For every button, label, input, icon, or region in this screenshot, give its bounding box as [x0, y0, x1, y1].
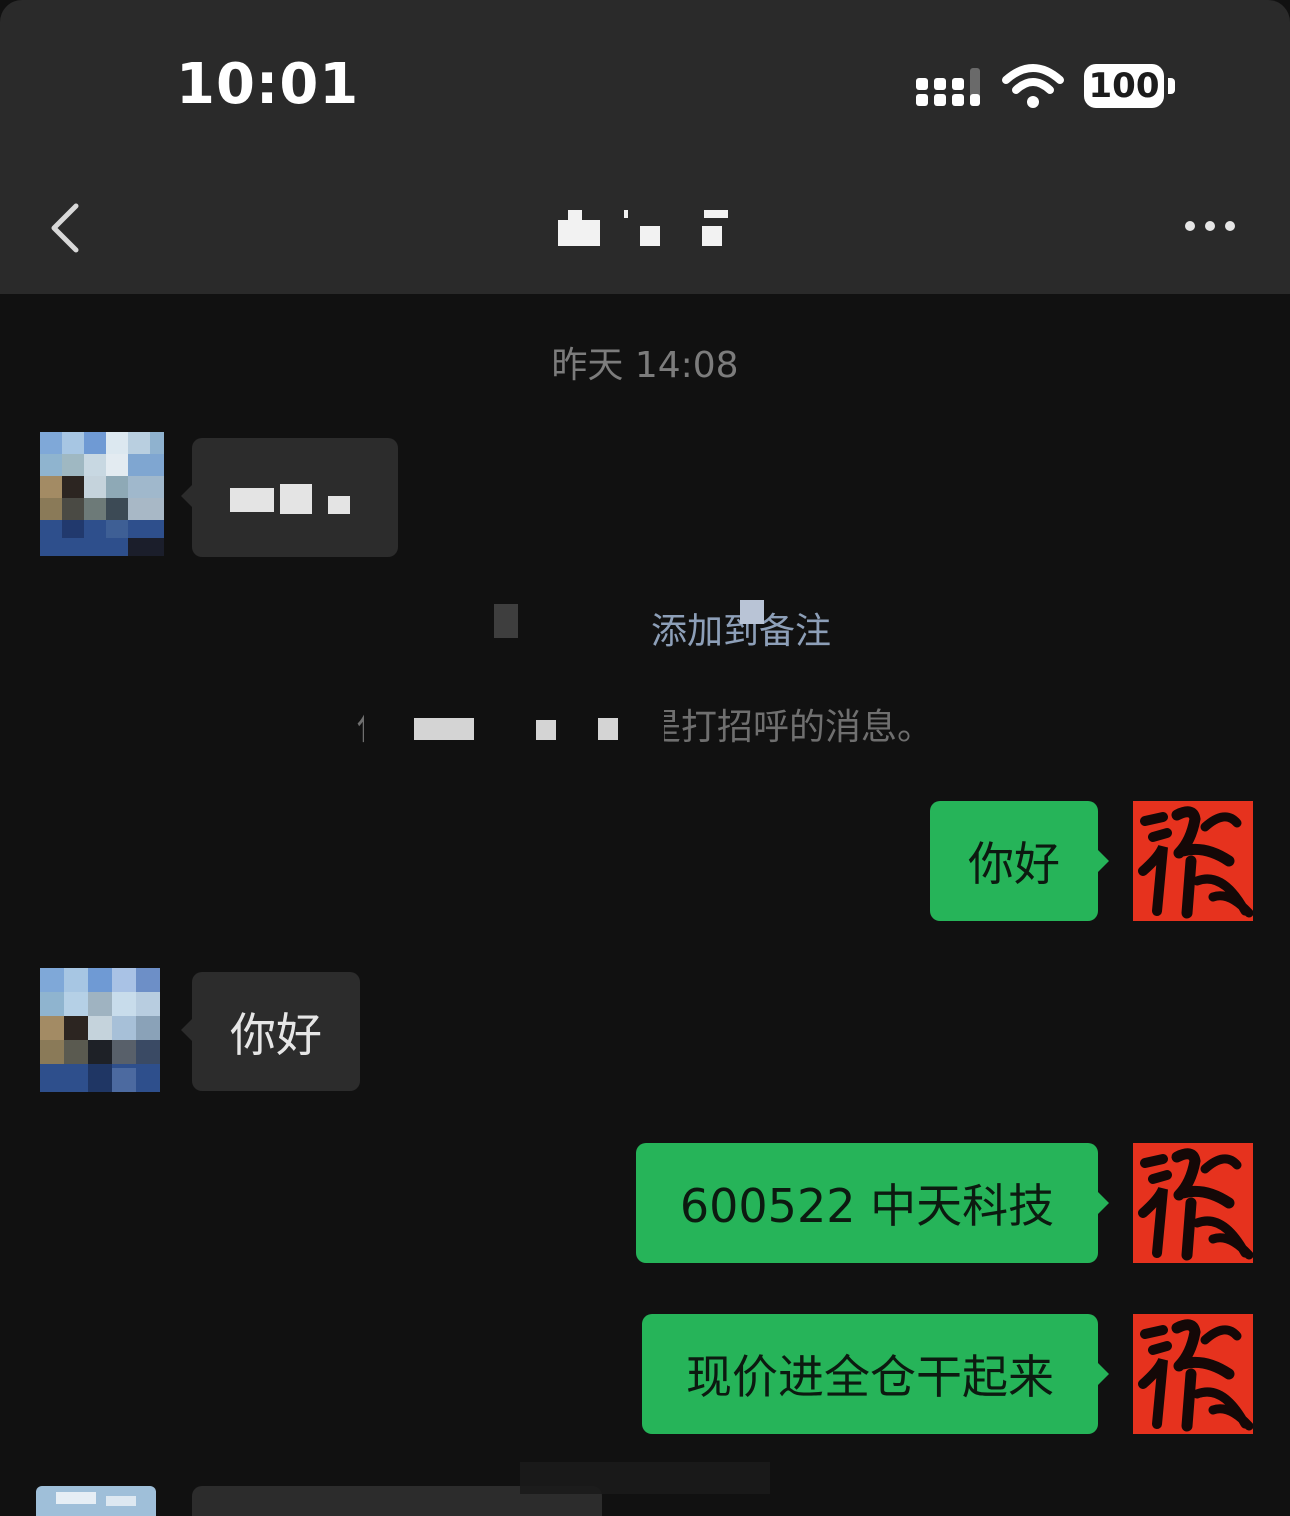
self-avatar[interactable] [1133, 1314, 1253, 1434]
self-avatar[interactable] [1133, 801, 1253, 921]
self-avatar[interactable] [1133, 1143, 1253, 1263]
title-redaction [640, 226, 660, 246]
calligraphy-logo-icon [1138, 1319, 1253, 1432]
text-redaction [328, 496, 350, 514]
message-bubble-incoming[interactable]: 云是 [192, 438, 398, 557]
title-redaction [704, 210, 728, 218]
chat-screen: 10:01 100 A Y [0, 0, 1290, 1516]
battery-indicator: 100 [1084, 64, 1164, 108]
bubble-tail [1098, 1192, 1109, 1214]
message-text: 现价进全仓干起来 [686, 1350, 1054, 1404]
redaction-block [536, 720, 556, 740]
calligraphy-logo-icon [1138, 1148, 1253, 1261]
calligraphy-logo-icon [1138, 806, 1253, 919]
message-bubble-outgoing[interactable]: 现价进全仓干起来 [642, 1314, 1098, 1434]
contact-avatar[interactable] [36, 968, 160, 1092]
bubble-tail [181, 485, 192, 507]
message-text: 600522 中天科技 [679, 1179, 1055, 1233]
system-message-link[interactable]: 添加到备注 [0, 602, 1290, 654]
wifi-icon [1002, 64, 1064, 108]
message-bubble-outgoing[interactable]: 你好 [930, 801, 1098, 921]
bubble-tail [181, 1019, 192, 1041]
redaction-mask [364, 696, 664, 744]
contact-avatar[interactable] [36, 1486, 156, 1516]
ellipsis-icon[interactable] [1182, 218, 1238, 234]
redaction-mask [470, 598, 620, 646]
message-bubble-outgoing[interactable]: 600522 中天科技 [636, 1143, 1098, 1263]
battery-tip [1168, 78, 1175, 94]
message-timestamp: 昨天 14:08 [551, 345, 739, 386]
bubble-tail [1098, 850, 1109, 872]
contact-avatar[interactable] [40, 432, 164, 556]
title-redaction [558, 220, 600, 246]
redaction-block [414, 718, 474, 740]
cellular-signal-icon [916, 68, 980, 106]
top-bar: 10:01 100 A Y [0, 0, 1290, 294]
chevron-left-icon[interactable] [46, 200, 86, 256]
message-text: 你好 [968, 837, 1060, 891]
text-redaction [230, 488, 274, 512]
battery-level: 100 [1088, 66, 1160, 106]
message-bubble-incoming[interactable]: 你好 [192, 972, 360, 1091]
redaction-block [494, 604, 518, 638]
title-redaction [568, 210, 582, 222]
bubble-tail [1098, 1363, 1109, 1385]
redaction-block [740, 600, 764, 624]
title-redaction [624, 210, 628, 218]
watermark-smudge [520, 1462, 770, 1494]
redaction-block [598, 718, 618, 740]
title-redaction [702, 226, 722, 246]
text-redaction [280, 484, 312, 514]
message-text: 你好 [230, 1007, 322, 1062]
chat-title[interactable]: A Y [540, 200, 750, 260]
status-time: 10:01 [176, 52, 360, 117]
